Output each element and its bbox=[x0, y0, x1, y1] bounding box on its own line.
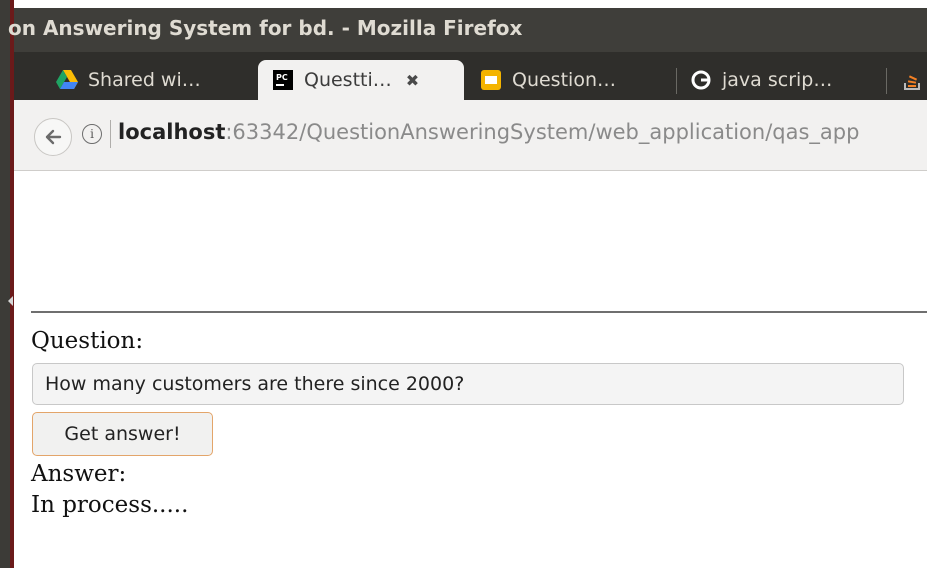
tab-label: java scrip… bbox=[722, 69, 833, 91]
tab-label: Question… bbox=[512, 69, 616, 91]
tab-separator bbox=[676, 68, 677, 94]
url-bar[interactable]: localhost:63342/QuestionAnsweringSystem/… bbox=[118, 120, 859, 144]
tab-label: Shared wi… bbox=[88, 69, 201, 91]
tab-java-script[interactable]: java scrip… bbox=[690, 60, 832, 100]
answer-label: Answer: bbox=[31, 461, 127, 487]
pycharm-icon: PC bbox=[272, 69, 294, 91]
navigation-toolbar: i localhost:63342/QuestionAnsweringSyste… bbox=[14, 100, 927, 171]
window-frame-left bbox=[0, 0, 14, 568]
url-host: localhost bbox=[118, 120, 226, 144]
question-input[interactable]: How many customers are there since 2000? bbox=[32, 363, 904, 405]
url-separator bbox=[110, 120, 111, 148]
stackoverflow-icon bbox=[902, 69, 924, 91]
arrow-left-icon bbox=[45, 129, 62, 145]
horizontal-rule bbox=[31, 311, 927, 313]
tab-separator bbox=[886, 68, 887, 94]
google-icon bbox=[690, 69, 712, 91]
tab-shared[interactable]: Shared wi… bbox=[56, 60, 201, 100]
tab-question-slides[interactable]: Question… bbox=[480, 60, 616, 100]
tab-stackoverflow[interactable] bbox=[902, 60, 927, 100]
info-icon[interactable]: i bbox=[82, 124, 102, 144]
answer-text: In process..... bbox=[31, 492, 189, 518]
question-label: Question: bbox=[31, 328, 144, 354]
google-slides-icon bbox=[480, 69, 502, 91]
url-path: :63342/QuestionAnsweringSystem/web_appli… bbox=[225, 120, 860, 144]
svg-text:PC: PC bbox=[276, 73, 288, 82]
tab-bar: Shared wi… PC Questti… ✖ Question… java … bbox=[14, 52, 927, 100]
window-title: on Answering System for bd. - Mozilla Fi… bbox=[8, 16, 523, 40]
tab-question-answering[interactable]: PC Questti… ✖ bbox=[258, 60, 464, 100]
window-titlebar[interactable]: on Answering System for bd. - Mozilla Fi… bbox=[8, 8, 927, 52]
sidebar-grip-icon[interactable] bbox=[8, 296, 13, 306]
tab-label: Questti… bbox=[304, 69, 392, 91]
tab-close-icon[interactable]: ✖ bbox=[406, 71, 419, 90]
get-answer-button[interactable]: Get answer! bbox=[32, 412, 213, 456]
page-content: Question: How many customers are there s… bbox=[14, 171, 927, 568]
google-drive-icon bbox=[56, 69, 78, 91]
back-button[interactable] bbox=[34, 118, 72, 156]
